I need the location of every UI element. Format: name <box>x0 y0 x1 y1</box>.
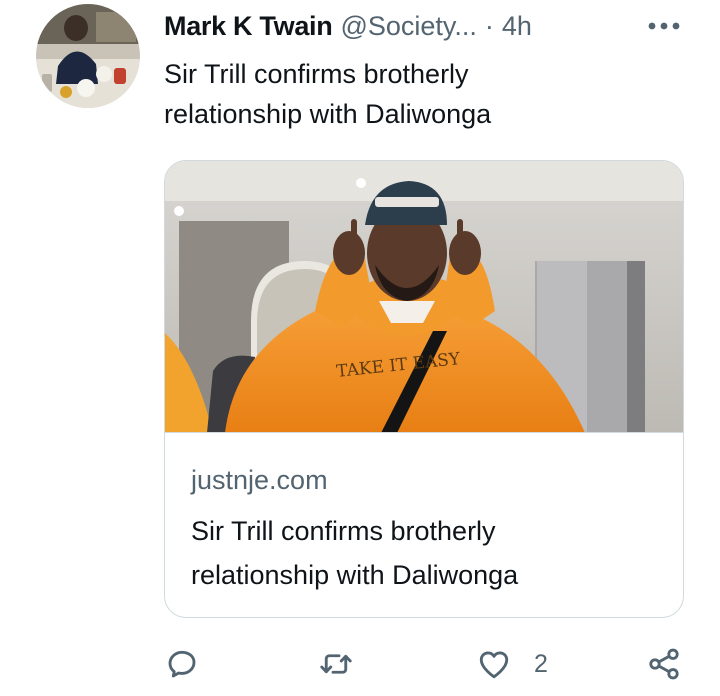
tweet-header: Mark K Twain @Society... · 4h <box>164 8 532 44</box>
tweet-text: Sir Trill confirms brotherly relationshi… <box>164 54 684 134</box>
tweet[interactable]: Mark K Twain @Society... · 4h Sir Trill … <box>0 0 720 696</box>
card-title-line: relationship with Daliwonga <box>191 560 519 590</box>
avatar-image <box>36 4 140 108</box>
tweet-text-line: relationship with Daliwonga <box>164 99 492 129</box>
like-count: 2 <box>534 649 548 678</box>
card-title-line: Sir Trill confirms brotherly <box>191 516 496 546</box>
tweet-timestamp[interactable]: 4h <box>502 11 532 42</box>
more-icon <box>648 22 680 30</box>
card-title: Sir Trill confirms brotherly relationshi… <box>191 509 661 597</box>
card-domain: justnje.com <box>191 465 328 495</box>
reply-icon <box>168 650 196 678</box>
like-button[interactable]: 2 <box>476 644 548 684</box>
reply-button[interactable] <box>164 644 200 684</box>
retweet-button[interactable] <box>318 644 354 684</box>
author-handle[interactable]: @Society... <box>340 11 476 42</box>
heart-icon <box>479 651 509 679</box>
tweet-text-line: Sir Trill confirms brotherly <box>164 59 469 89</box>
link-preview-card[interactable]: TAKE IT EASY justnje.com Sir Trill confi… <box>164 160 684 618</box>
avatar[interactable] <box>36 4 140 108</box>
card-photo: TAKE IT EASY <box>165 161 683 432</box>
share-button[interactable] <box>646 644 682 684</box>
author-name[interactable]: Mark K Twain <box>164 11 333 42</box>
separator-dot: · <box>484 10 494 41</box>
share-icon <box>649 648 679 680</box>
card-image: TAKE IT EASY <box>165 161 683 433</box>
retweet-icon <box>320 654 352 674</box>
more-options-button[interactable] <box>642 12 686 40</box>
